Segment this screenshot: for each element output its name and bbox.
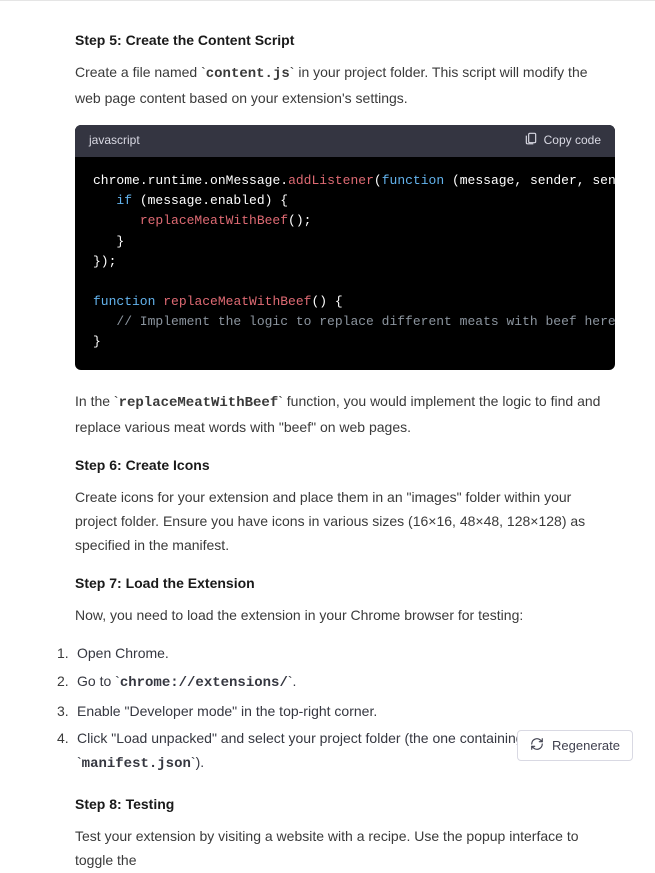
list-item: Enable "Developer mode" in the top-right…	[57, 700, 615, 724]
after-code-para: In the `replaceMeatWithBeef` function, y…	[75, 390, 615, 440]
copy-code-button[interactable]: Copy code	[524, 131, 601, 151]
step8-heading: Step 8: Testing	[75, 793, 615, 815]
code-header: javascript Copy code	[75, 125, 615, 157]
clipboard-icon	[524, 131, 538, 151]
step8-para: Test your extension by visiting a websit…	[75, 825, 615, 873]
step7-heading: Step 7: Load the Extension	[75, 572, 615, 594]
text: In the	[75, 393, 114, 409]
text: ).	[196, 754, 205, 770]
list-item: Go to `chrome://extensions/`.	[57, 670, 615, 696]
code-lang-label: javascript	[89, 131, 140, 150]
code-block: javascript Copy code chrome.runtime.onMe…	[75, 125, 615, 370]
step7-para: Now, you need to load the extension in y…	[75, 604, 615, 628]
inline-code: manifest.json	[82, 756, 191, 772]
inline-code: replaceMeatWithBeef	[119, 395, 279, 411]
inline-code: content.js	[206, 66, 290, 82]
text: Create a file named	[75, 64, 201, 80]
inline-code: chrome://extensions/	[120, 675, 288, 691]
list-item: Open Chrome.	[57, 642, 615, 666]
text: .	[293, 673, 297, 689]
step6-para: Create icons for your extension and plac…	[75, 486, 615, 557]
refresh-icon	[530, 737, 544, 754]
regenerate-label: Regenerate	[552, 738, 620, 753]
text: Go to	[77, 673, 115, 689]
step5-para: Create a file named `content.js` in your…	[75, 61, 615, 111]
code-body[interactable]: chrome.runtime.onMessage.addListener(fun…	[75, 157, 615, 370]
regenerate-button[interactable]: Regenerate	[517, 730, 633, 761]
step6-heading: Step 6: Create Icons	[75, 454, 615, 476]
copy-code-label: Copy code	[544, 131, 601, 150]
text: Click "Load unpacked" and select your pr…	[77, 730, 524, 746]
step5-heading: Step 5: Create the Content Script	[75, 29, 615, 51]
